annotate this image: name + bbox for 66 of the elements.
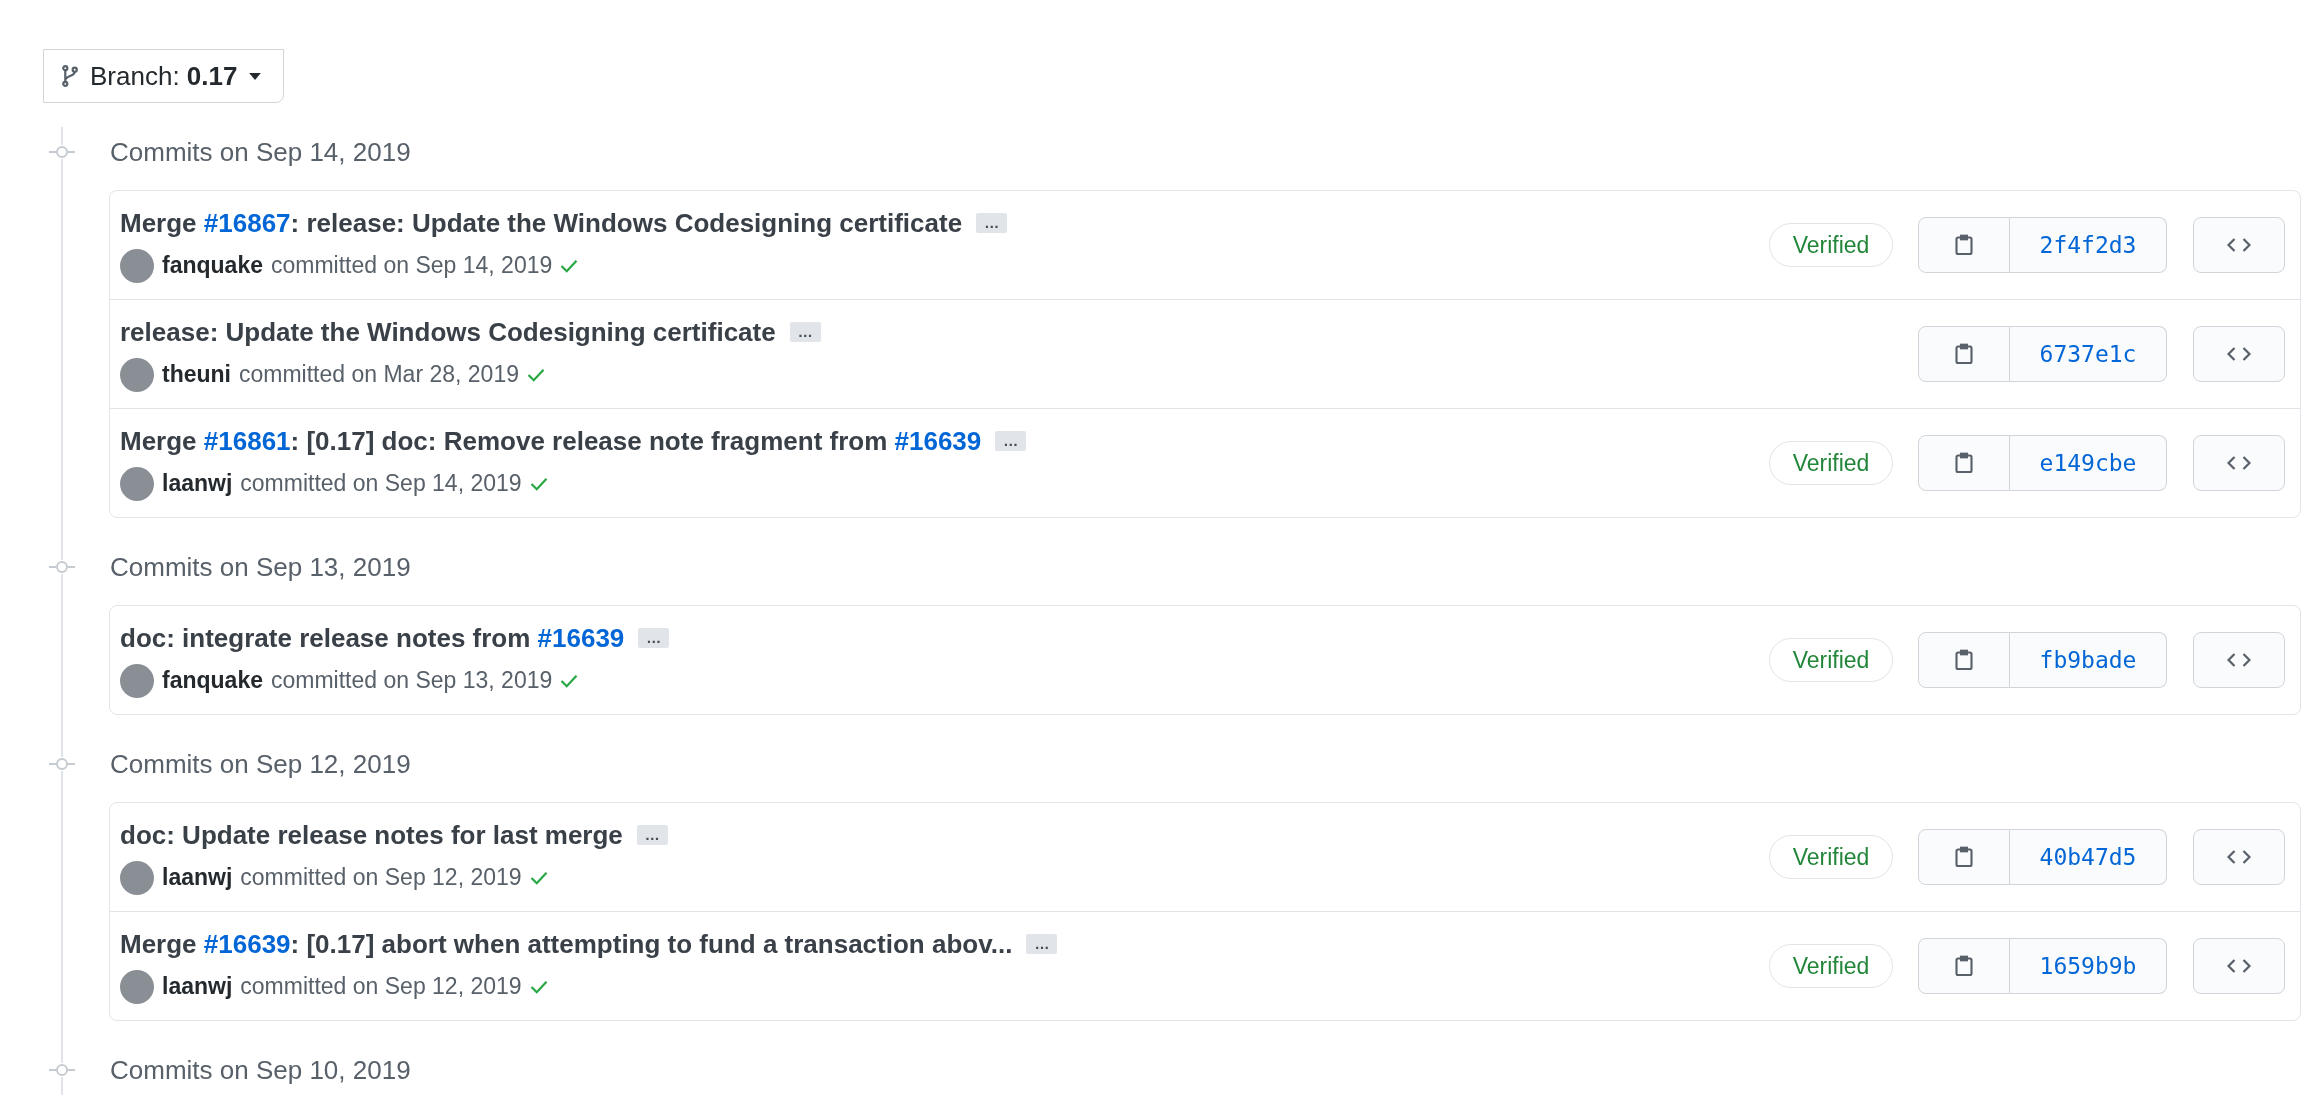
expand-message-button[interactable]: … <box>638 628 670 648</box>
branch-icon <box>62 65 78 87</box>
author-link[interactable]: fanquake <box>162 667 263 694</box>
caret-icon <box>249 72 262 80</box>
commit-date: committed on Sep 14, 2019 <box>271 252 553 279</box>
code-icon <box>2227 958 2251 974</box>
avatar <box>120 663 154 698</box>
author-link[interactable]: fanquake <box>162 252 263 279</box>
clipboard-icon <box>1955 955 1973 977</box>
avatar <box>120 357 154 392</box>
issue-link[interactable]: #16861 <box>203 425 291 456</box>
clipboard-icon <box>1955 649 1973 671</box>
copy-button[interactable] <box>1918 938 2010 994</box>
branch-select-button[interactable]: Branch: 0.17 <box>43 49 285 103</box>
clipboard-icon <box>1955 846 1973 868</box>
date-heading: Commits on Sep 10, 2019 <box>110 1054 411 1086</box>
commit-title: doc: integrate release notes from #16639 <box>120 622 625 654</box>
code-icon <box>2227 849 2251 865</box>
copy-button[interactable] <box>1918 435 2010 491</box>
commit-hash-button[interactable]: fb9bade <box>2010 632 2167 688</box>
commit-title: doc: Update release notes for last merge <box>120 819 623 851</box>
commit-title: Merge #16867: release: Update the Windows Codesigning certificate <box>120 207 963 239</box>
issue-link[interactable]: #16639 <box>537 622 625 653</box>
commit-hash-button[interactable]: 6737e1c <box>2010 326 2167 382</box>
copy-button[interactable] <box>1918 326 2010 382</box>
copy-button[interactable] <box>1918 829 2010 885</box>
commit-hash-button[interactable]: e149cbe <box>2010 435 2167 491</box>
commit-title: Merge #16861: [0.17] doc: Remove release note fragment from #16639 <box>120 425 982 457</box>
commit-hash-button[interactable]: 40b47d5 <box>2010 829 2167 885</box>
issue-link[interactable]: #16639 <box>894 425 982 456</box>
date-heading: Commits on Sep 13, 2019 <box>110 551 411 583</box>
expand-message-button[interactable]: … <box>995 431 1027 451</box>
avatar <box>120 860 154 895</box>
commit-date: committed on Sep 13, 2019 <box>271 667 553 694</box>
author-link[interactable]: laanwj <box>162 470 233 497</box>
commit-date: committed on Sep 14, 2019 <box>240 470 522 497</box>
issue-link[interactable]: #16639 <box>203 928 291 959</box>
code-icon <box>2227 652 2251 668</box>
commit-hash-button[interactable]: 1659b9b <box>2010 938 2167 994</box>
issue-link[interactable]: #16867 <box>203 207 291 238</box>
author-link[interactable]: laanwj <box>162 973 233 1000</box>
code-icon <box>2227 455 2251 471</box>
clipboard-icon <box>1955 234 1973 256</box>
avatar <box>120 248 154 283</box>
avatar <box>120 466 154 501</box>
author-link[interactable]: laanwj <box>162 864 233 891</box>
commit-title: release: Update the Windows Codesigning certificate <box>120 316 776 348</box>
date-heading: Commits on Sep 14, 2019 <box>110 136 411 168</box>
clipboard-icon <box>1955 452 1973 474</box>
commit-title: Merge #16639: [0.17] abort when attempting to fund a transaction abov... <box>120 928 1013 960</box>
commit-date: committed on Sep 12, 2019 <box>240 973 522 1000</box>
expand-message-button[interactable]: … <box>789 322 821 342</box>
author-link[interactable]: theuni <box>162 361 231 388</box>
commit-hash-button[interactable]: 2f4f2d3 <box>2010 217 2167 273</box>
commit-date: committed on Mar 28, 2019 <box>239 361 519 388</box>
code-icon <box>2227 346 2251 362</box>
copy-button[interactable] <box>1918 632 2010 688</box>
expand-message-button[interactable]: … <box>636 825 668 845</box>
commit-date: committed on Sep 12, 2019 <box>240 864 522 891</box>
expand-message-button[interactable]: … <box>976 213 1008 233</box>
expand-message-button[interactable]: … <box>1026 934 1058 954</box>
avatar <box>120 969 154 1004</box>
clipboard-icon <box>1955 343 1973 365</box>
copy-button[interactable] <box>1918 217 2010 273</box>
code-icon <box>2227 237 2251 253</box>
date-heading: Commits on Sep 12, 2019 <box>110 748 411 780</box>
